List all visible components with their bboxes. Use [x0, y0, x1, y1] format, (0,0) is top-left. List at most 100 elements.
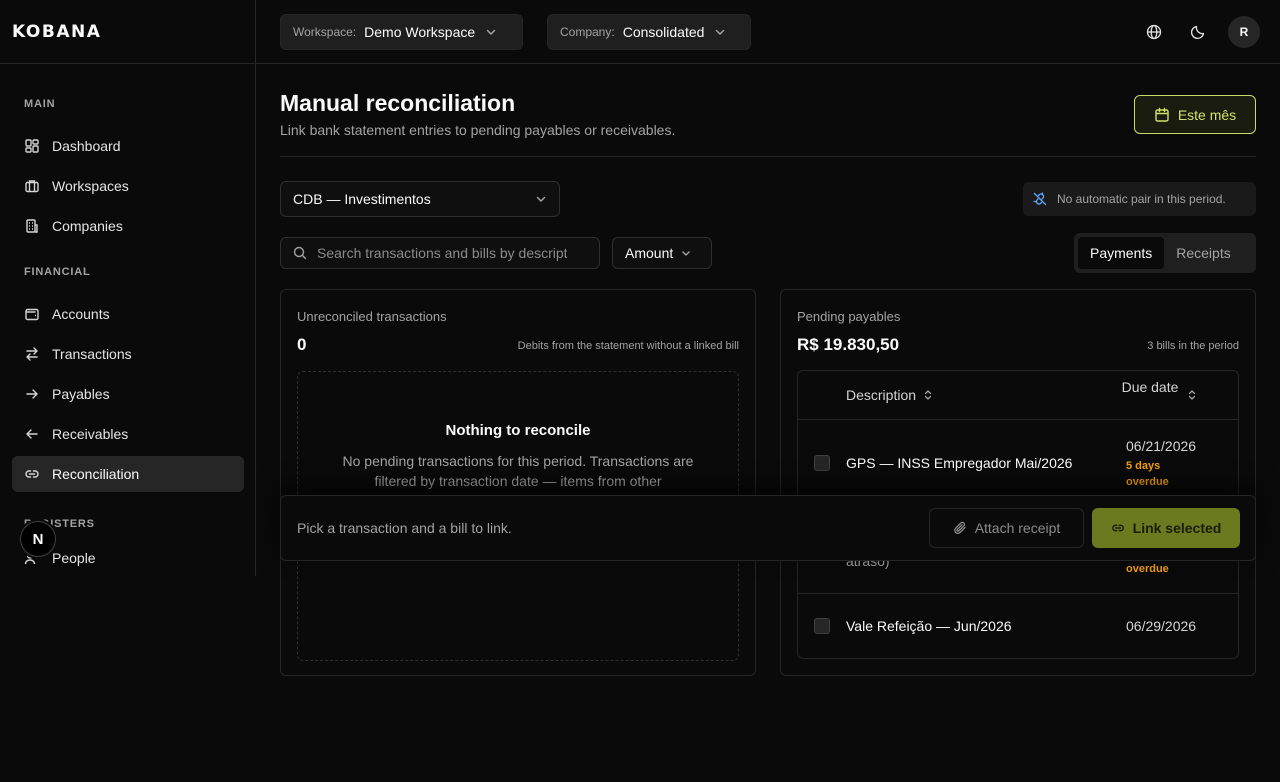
nav-section-financial: FINANCIAL Accounts Transactions Payables…	[0, 262, 256, 492]
nav-heading-main: MAIN	[24, 98, 56, 110]
row-description: GPS — INSS Empregador Mai/2026	[846, 455, 1073, 471]
sidebar-item-label: Transactions	[52, 346, 132, 362]
row-description: Vale Refeição — Jun/2026	[846, 618, 1012, 634]
table-row[interactable]: Vale Refeição — Jun/2026 06/29/2026	[798, 594, 1238, 658]
sidebar-item-payables[interactable]: Payables	[12, 376, 244, 412]
sidebar-item-label: Reconciliation	[52, 466, 140, 482]
transactions-panel: Unreconciled transactions 0 Debits from …	[280, 289, 756, 676]
chevron-down-icon	[535, 193, 547, 205]
transactions-panel-title: Unreconciled transactions	[297, 309, 447, 324]
empty-state-title: Nothing to reconcile	[445, 422, 591, 439]
empty-state-text: No pending transactions for this period.…	[342, 453, 694, 489]
floating-badge[interactable]: N	[20, 521, 56, 557]
payables-panel: Pending payables R$ 19.830,50 3 bills in…	[780, 289, 1256, 676]
logo-bar: KOBANA	[0, 0, 256, 64]
avatar[interactable]: R	[1228, 16, 1260, 48]
search-input[interactable]	[317, 245, 567, 261]
payables-note: 3 bills in the period	[1147, 340, 1239, 352]
date-range-label: Este mês	[1177, 106, 1237, 123]
wallet-icon	[24, 306, 40, 322]
search-field[interactable]	[280, 237, 600, 269]
nav-heading-financial: FINANCIAL	[24, 266, 91, 278]
sidebar-item-dashboard[interactable]: Dashboard	[12, 128, 244, 164]
arrow-left-icon	[24, 426, 40, 442]
page-subtitle: Link bank statement entries to pending p…	[280, 122, 676, 138]
unlink-icon	[1033, 192, 1047, 206]
action-hint: Pick a transaction and a bill to link.	[297, 520, 512, 536]
sidebar-divider	[255, 0, 256, 576]
overdue-badge: overdue	[1126, 563, 1169, 575]
link-icon	[1111, 521, 1125, 535]
app-logo[interactable]: KOBANA	[12, 22, 101, 42]
column-header-description[interactable]: Description	[846, 387, 934, 403]
transactions-note: Debits from the statement without a link…	[517, 340, 739, 352]
type-segmented-control: Payments Receipts	[1074, 233, 1256, 273]
payables-panel-title: Pending payables	[797, 309, 901, 324]
action-bar: Pick a transaction and a bill to link. A…	[280, 495, 1256, 561]
header-divider	[280, 156, 1256, 157]
account-value: CDB — Investimentos	[293, 191, 431, 207]
attach-receipt-button[interactable]: Attach receipt	[929, 508, 1084, 548]
sidebar-item-workspaces[interactable]: Workspaces	[12, 168, 244, 204]
arrow-right-icon	[24, 386, 40, 402]
link-selected-button[interactable]: Link selected	[1092, 508, 1240, 548]
sidebar-item-label: Payables	[52, 386, 110, 402]
chevron-down-icon	[681, 248, 691, 258]
briefcase-icon	[24, 178, 40, 194]
amount-filter-button[interactable]: Amount	[612, 237, 712, 269]
account-select[interactable]: CDB — Investimentos	[280, 181, 560, 217]
auto-pair-notice: No automatic pair in this period.	[1023, 182, 1256, 216]
link-selected-label: Link selected	[1132, 520, 1222, 536]
tab-payments[interactable]: Payments	[1078, 237, 1165, 269]
theme-toggle-button[interactable]	[1182, 16, 1214, 48]
sort-icon	[922, 389, 934, 401]
row-due-date: 06/29/2026	[1126, 618, 1197, 634]
table-row[interactable]: GPS — INSS Empregador Mai/2026 06/21/202…	[798, 420, 1238, 507]
sidebar-item-label: Receivables	[52, 426, 129, 442]
language-button[interactable]	[1138, 16, 1170, 48]
row-due-date: 06/21/2026	[1126, 438, 1197, 454]
table-header: Description Due date	[798, 371, 1238, 420]
sidebar-item-label: Companies	[52, 218, 123, 234]
building-icon	[24, 218, 40, 234]
sidebar-item-companies[interactable]: Companies	[12, 208, 244, 244]
amount-label: Amount	[625, 245, 674, 261]
date-range-button[interactable]: Este mês	[1134, 95, 1256, 134]
company-selector[interactable]: Company: Consolidated	[547, 14, 751, 50]
sidebar: KOBANA MAIN Dashboard Workspaces Compani…	[0, 0, 256, 782]
row-checkbox[interactable]	[814, 618, 830, 634]
nav-section-main: MAIN Dashboard Workspaces Companies	[0, 94, 256, 244]
transactions-count: 0	[297, 335, 307, 354]
workspace-selector[interactable]: Workspace: Demo Workspace	[280, 14, 523, 50]
chevron-down-icon	[714, 26, 726, 38]
calendar-icon	[1154, 107, 1170, 123]
globe-icon	[1146, 24, 1162, 40]
topbar: Workspace: Demo Workspace Company: Conso…	[256, 0, 1280, 64]
workspace-value: Demo Workspace	[364, 24, 476, 40]
column-label: Description	[846, 387, 917, 403]
page-title: Manual reconciliation	[280, 90, 516, 116]
tab-receipts[interactable]: Receipts	[1164, 237, 1242, 269]
workspace-label: Workspace:	[293, 25, 357, 39]
sidebar-item-receivables[interactable]: Receivables	[12, 416, 244, 452]
company-label: Company:	[560, 25, 615, 39]
arrows-icon	[24, 346, 40, 362]
search-icon	[293, 246, 307, 260]
sidebar-item-label: Accounts	[52, 306, 110, 322]
sort-icon[interactable]	[1186, 389, 1198, 401]
dashboard-icon	[24, 138, 40, 154]
chevron-down-icon	[485, 26, 497, 38]
overdue-badge: 5 days overdue	[1126, 460, 1169, 488]
column-header-due-date[interactable]: Due date	[1120, 377, 1180, 397]
sidebar-item-label: Workspaces	[52, 178, 129, 194]
sidebar-item-transactions[interactable]: Transactions	[12, 336, 244, 372]
sidebar-item-accounts[interactable]: Accounts	[12, 296, 244, 332]
sidebar-item-reconciliation[interactable]: Reconciliation	[12, 456, 244, 492]
payables-total: R$ 19.830,50	[797, 335, 900, 354]
auto-pair-text: No automatic pair in this period.	[1057, 192, 1226, 206]
row-checkbox[interactable]	[814, 455, 830, 471]
paperclip-icon	[953, 521, 967, 535]
company-value: Consolidated	[622, 24, 705, 40]
sidebar-item-label: Dashboard	[52, 138, 121, 154]
sidebar-item-label: People	[52, 550, 96, 566]
